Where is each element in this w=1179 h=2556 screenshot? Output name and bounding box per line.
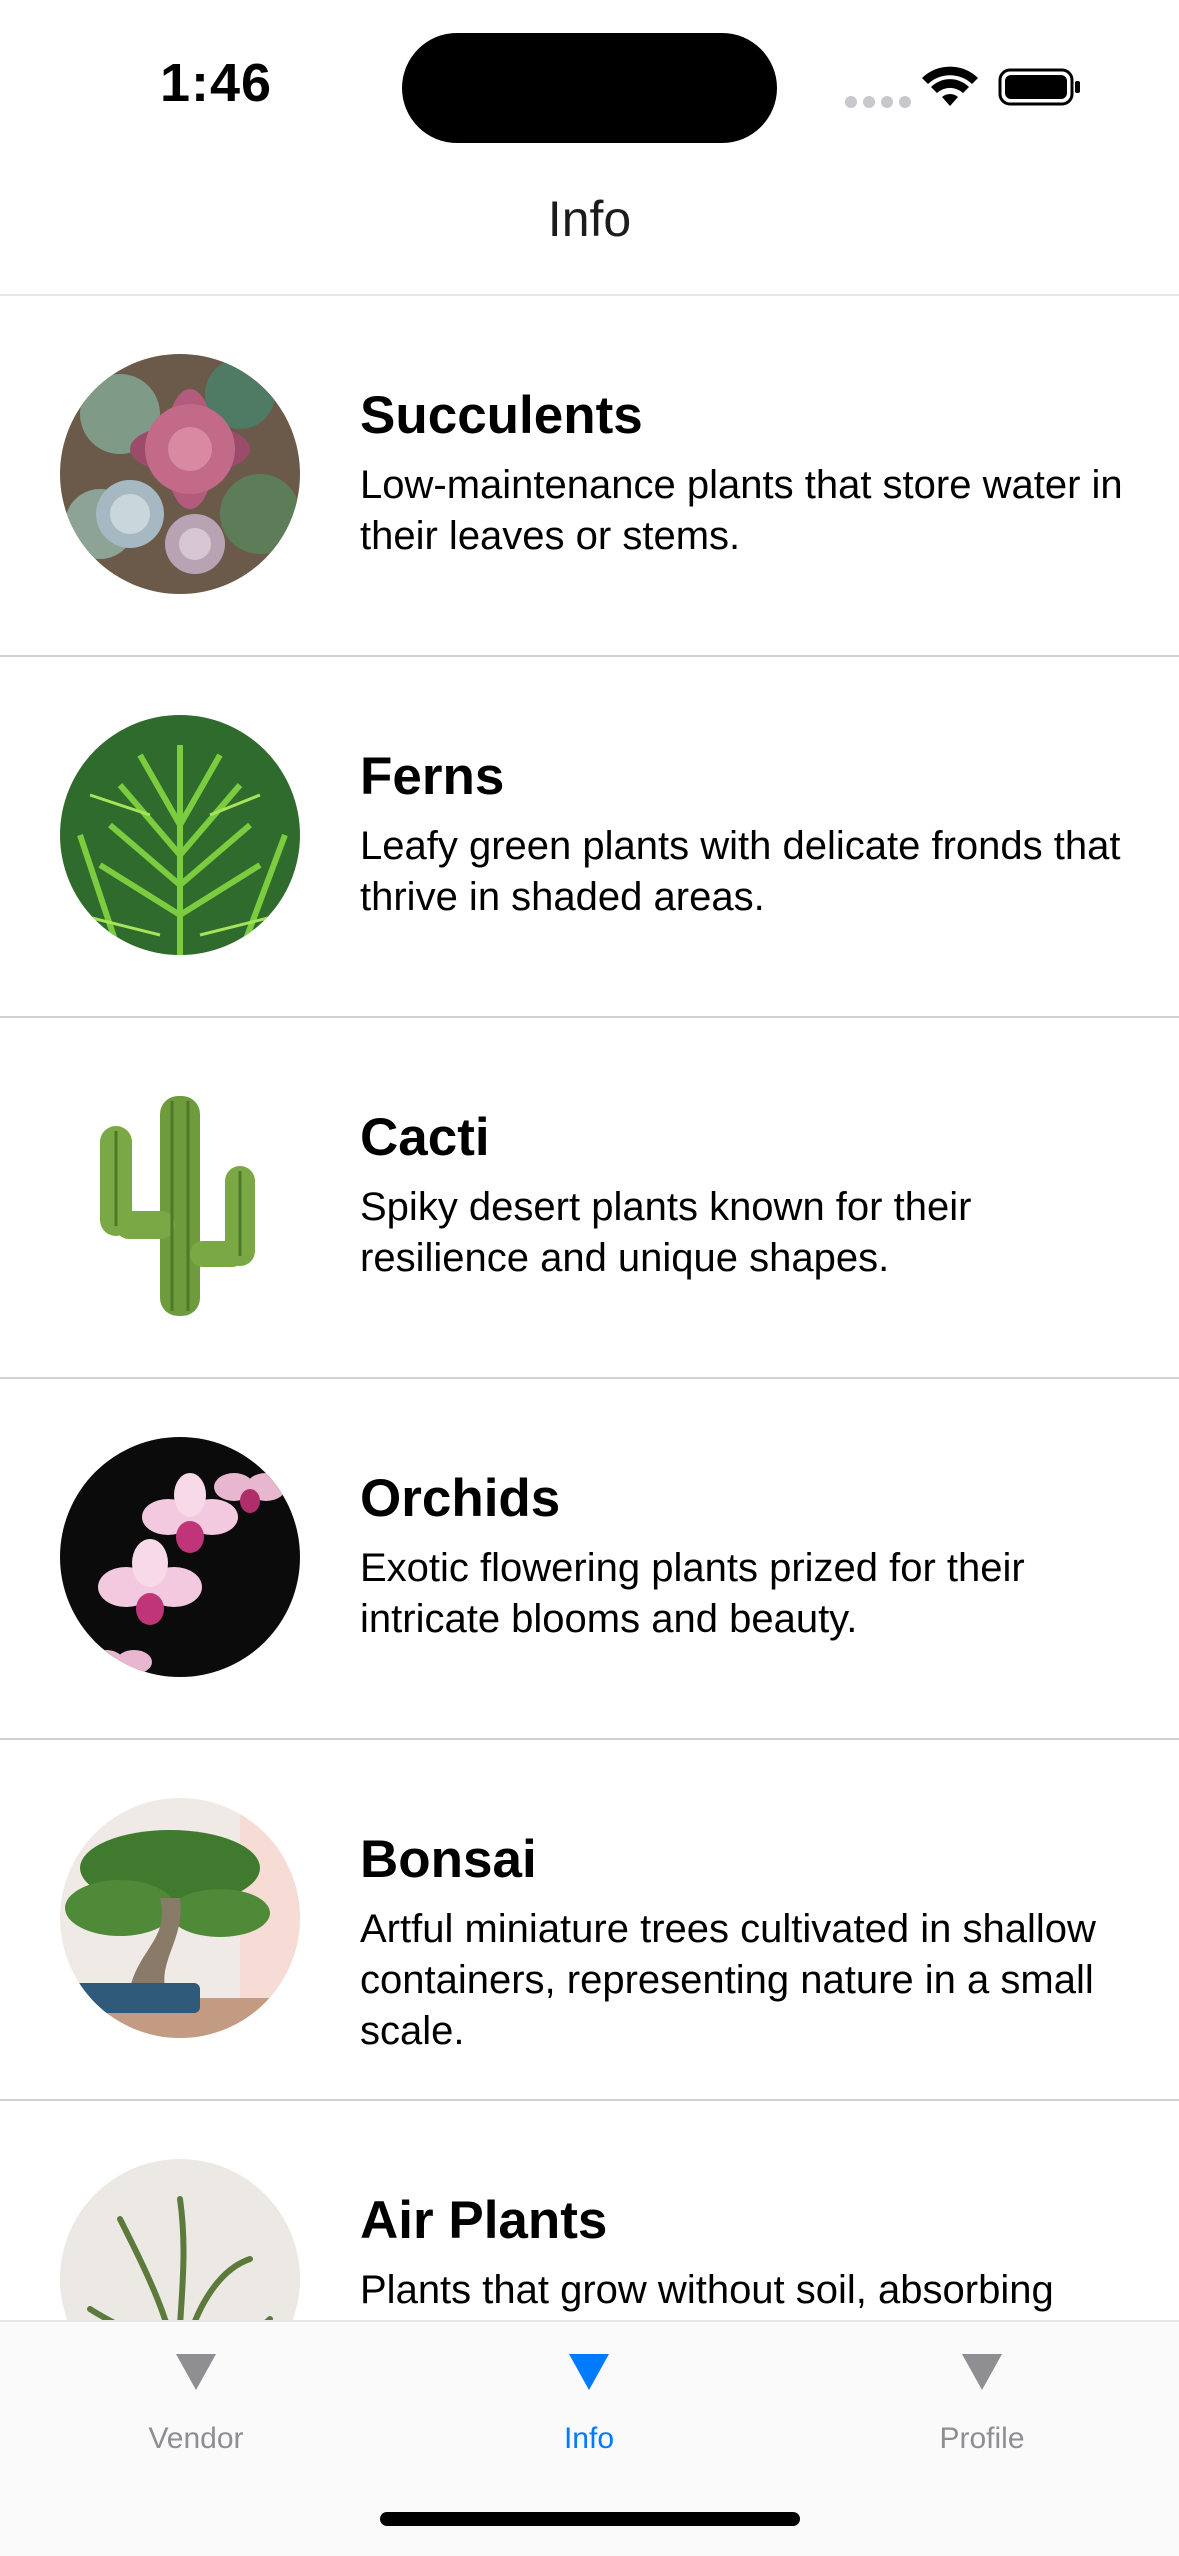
plant-list[interactable]: Succulents Low-maintenance plants that s… bbox=[0, 296, 1179, 2320]
air-plant-image bbox=[60, 2159, 300, 2320]
screen: 1:46 Info Succulents Low-maintenance pla… bbox=[0, 0, 1179, 2556]
succulent-image bbox=[60, 354, 300, 594]
tab-label: Vendor bbox=[148, 2422, 244, 2455]
wifi-icon bbox=[922, 66, 978, 106]
page-title: Info bbox=[547, 191, 632, 247]
item-description: Leafy green plants with delicate fronds … bbox=[360, 824, 1121, 919]
status-bar: 1:46 bbox=[0, 0, 1179, 170]
tab-label: Profile bbox=[939, 2422, 1025, 2455]
item-title: Succulents bbox=[360, 386, 643, 445]
list-item[interactable]: Cacti Spiky desert plants known for thei… bbox=[0, 1018, 1179, 1379]
status-time: 1:46 bbox=[160, 53, 273, 113]
tab-profile[interactable]: Profile bbox=[882, 2352, 1082, 2456]
orchid-image bbox=[60, 1437, 300, 1677]
tab-vendor[interactable]: Vendor bbox=[96, 2352, 296, 2456]
item-title: Bonsai bbox=[360, 1830, 537, 1889]
battery-icon bbox=[998, 68, 1080, 106]
dynamic-island bbox=[402, 33, 777, 143]
home-indicator[interactable] bbox=[380, 2512, 800, 2526]
list-item[interactable]: Orchids Exotic flowering plants prized f… bbox=[0, 1379, 1179, 1740]
fern-image bbox=[60, 715, 300, 955]
tab-label: Info bbox=[563, 2422, 615, 2455]
triangle-down-icon bbox=[176, 2354, 216, 2390]
triangle-down-icon bbox=[962, 2354, 1002, 2390]
item-description: Plants that grow without soil, absorbing… bbox=[360, 2268, 1074, 2320]
cactus-image bbox=[60, 1076, 300, 1316]
bonsai-image bbox=[60, 1798, 300, 2038]
item-title: Cacti bbox=[360, 1108, 490, 1167]
item-description: Exotic flowering plants prized for their… bbox=[360, 1546, 1025, 1641]
item-description: Spiky desert plants known for their resi… bbox=[360, 1185, 972, 1280]
triangle-down-icon bbox=[569, 2354, 609, 2390]
list-item[interactable]: Ferns Leafy green plants with delicate f… bbox=[0, 657, 1179, 1018]
item-title: Orchids bbox=[360, 1469, 561, 1528]
item-title: Ferns bbox=[360, 747, 505, 806]
item-title: Air Plants bbox=[360, 2191, 608, 2250]
list-item[interactable]: Succulents Low-maintenance plants that s… bbox=[0, 296, 1179, 657]
list-item[interactable]: Bonsai Artful miniature trees cultivated… bbox=[0, 1740, 1179, 2101]
tab-info[interactable]: Info bbox=[489, 2352, 689, 2456]
item-description: Low-maintenance plants that store water … bbox=[360, 463, 1123, 558]
cellular-signal-icon bbox=[845, 96, 911, 108]
list-item[interactable]: Air Plants Plants that grow without soil… bbox=[0, 2101, 1179, 2320]
item-description: Artful miniature trees cultivated in sha… bbox=[360, 1907, 1096, 2053]
